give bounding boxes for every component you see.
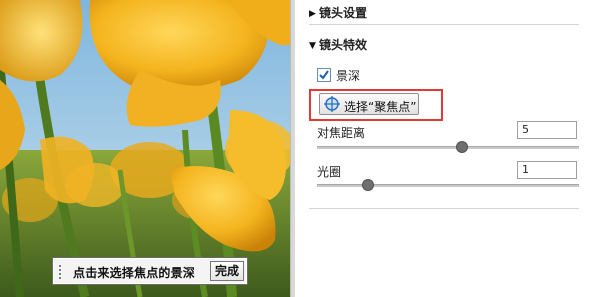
depth-of-field-row[interactable]: 景深 [317,67,360,84]
section-lens-settings-label: 镜头设置 [319,6,368,20]
photo-preview[interactable]: 点击来选择焦点的景深 完成 [0,0,290,297]
tulip-image [0,0,290,297]
focus-hint-toolbar: 点击来选择焦点的景深 完成 [52,257,248,285]
focus-distance-slider[interactable] [317,146,579,149]
section-lens-effects-label: 镜头特效 [319,38,368,52]
expand-triangle-icon: ▶ [309,9,316,19]
collapse-triangle-icon: ▼ [309,41,316,51]
divider [309,208,579,209]
crosshair-target-icon [324,96,340,112]
settings-panel: ▶ 镜头设置 ▼ 镜头特效 景深 选择“聚焦点” 对焦距离 5 光圈 1 [295,0,592,297]
drag-grip-icon[interactable] [58,264,62,280]
aperture-slider-knob[interactable] [362,179,375,191]
divider [309,24,579,25]
aperture-input[interactable]: 1 [517,161,577,179]
section-lens-effects[interactable]: ▼ 镜头特效 [309,36,367,53]
depth-of-field-label: 景深 [336,69,361,83]
focus-distance-input[interactable]: 5 [517,121,577,139]
aperture-slider[interactable] [317,184,579,187]
pick-focus-point-label: 选择“聚焦点” [344,100,417,114]
section-lens-settings[interactable]: ▶ 镜头设置 [309,4,367,21]
focus-hint-text: 点击来选择焦点的景深 [73,266,196,280]
focus-distance-slider-knob[interactable] [455,141,468,153]
done-button[interactable]: 完成 [210,261,244,281]
checkmark-icon [319,70,329,80]
pick-focus-point-button[interactable]: 选择“聚焦点” [319,93,419,115]
aperture-label: 光圈 [317,165,342,179]
focus-distance-label: 对焦距离 [317,126,366,140]
depth-of-field-checkbox[interactable] [317,68,331,82]
